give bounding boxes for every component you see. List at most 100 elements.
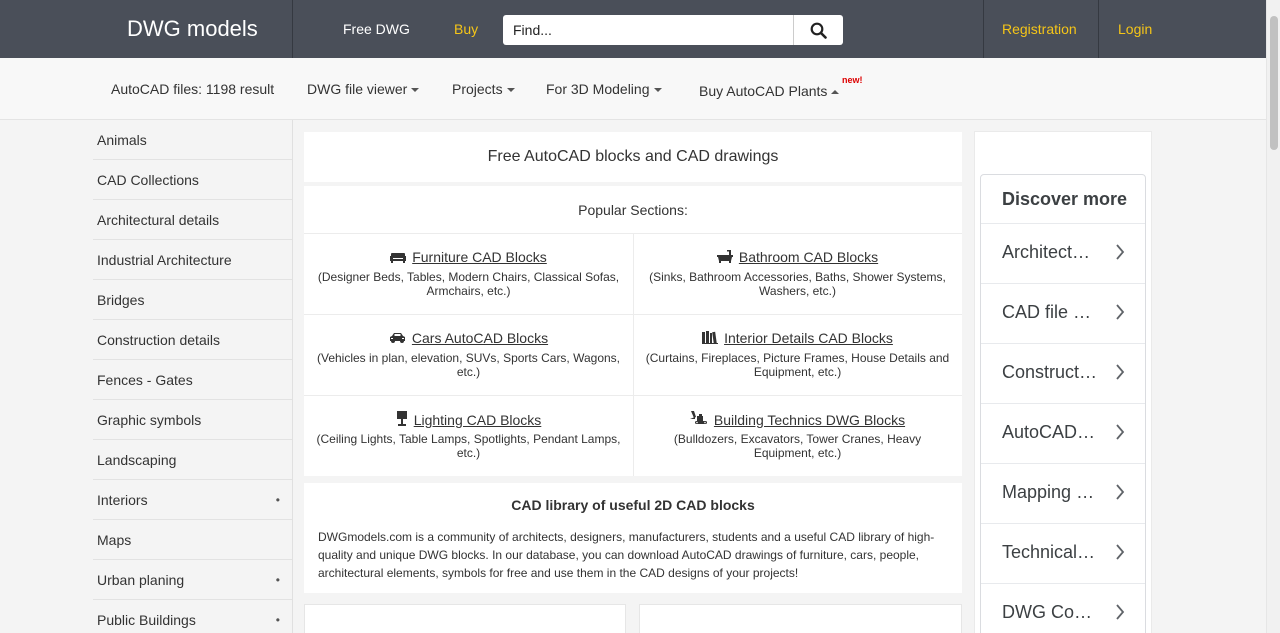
registration-link[interactable]: Registration <box>1002 21 1077 37</box>
discover-item[interactable]: Technical drawing <box>981 523 1145 583</box>
submenu-dot-icon: • <box>275 613 280 627</box>
divider <box>983 0 984 58</box>
search-button[interactable] <box>793 15 843 45</box>
discover-item[interactable]: DWG Converter <box>981 583 1145 633</box>
sidebar-item-label: Fences - Gates <box>97 372 193 388</box>
sidebar-item-label: Architectural details <box>97 212 220 228</box>
category-sidebar: Animals CAD Collections Architectural de… <box>93 120 292 633</box>
sidebar-item-label: Interiors <box>97 492 148 508</box>
login-link[interactable]: Login <box>1118 21 1152 37</box>
caret-down-icon <box>506 88 515 93</box>
projects-dropdown[interactable]: Projects <box>452 81 515 97</box>
sidebar-item-label: Maps <box>97 532 132 548</box>
scrollbar-thumb[interactable] <box>1270 16 1278 150</box>
dwg-viewer-dropdown[interactable]: DWG file viewer <box>307 81 420 97</box>
discover-item-label: DWG Converter <box>1002 602 1100 622</box>
section-description: (Designer Beds, Tables, Modern Chairs, C… <box>317 270 620 298</box>
3d-modeling-dropdown[interactable]: For 3D Modeling <box>546 81 662 97</box>
search-icon <box>810 22 827 39</box>
nav-buy[interactable]: Buy <box>454 21 478 37</box>
discover-item-label: AutoCAD software <box>1002 422 1100 442</box>
section-link[interactable]: Interior Details CAD Blocks <box>724 330 893 346</box>
caret-up-icon <box>831 90 840 95</box>
excavator-icon <box>689 411 707 424</box>
section-description: (Vehicles in plan, elevation, SUVs, Spor… <box>316 351 621 379</box>
new-badge: new! <box>842 75 863 85</box>
content-card <box>304 604 626 633</box>
divider <box>1098 0 1099 58</box>
section-description: (Ceiling Lights, Table Lamps, Spotlights… <box>316 432 621 460</box>
sidebar-item-graphic-symbols[interactable]: Graphic symbols <box>93 400 292 440</box>
section-link[interactable]: Bathroom CAD Blocks <box>739 249 878 265</box>
section-interior-details: Interior Details CAD Blocks (Curtains, F… <box>633 315 962 396</box>
sidebar-item-landscaping[interactable]: Landscaping <box>93 440 292 480</box>
popular-heading: Popular Sections: <box>578 202 688 218</box>
section-link[interactable]: Lighting CAD Blocks <box>414 412 542 428</box>
sidebar-item-architectural-details[interactable]: Architectural details <box>93 200 292 240</box>
sidebar-item-label: Animals <box>97 132 147 148</box>
sidebar-item-industrial-architecture[interactable]: Industrial Architecture <box>93 240 292 280</box>
sidebar-item-construction-details[interactable]: Construction details <box>93 320 292 360</box>
section-description: (Sinks, Bathroom Accessories, Baths, Sho… <box>649 270 946 298</box>
dropdown-label: For 3D Modeling <box>546 81 650 97</box>
chevron-right-icon <box>1116 304 1125 320</box>
section-description: (Curtains, Fireplaces, Picture Frames, H… <box>645 351 950 379</box>
sidebar-item-maps[interactable]: Maps <box>93 520 292 560</box>
caret-down-icon <box>653 88 662 93</box>
section-link[interactable]: Furniture CAD Blocks <box>412 249 547 265</box>
chevron-right-icon <box>1116 484 1125 500</box>
discover-more-widget: Discover more Architectural drawings CAD… <box>980 174 1146 633</box>
nav-free-dwg[interactable]: Free DWG <box>343 21 410 37</box>
sidebar-item-fences-gates[interactable]: Fences - Gates <box>93 360 292 400</box>
sidebar-item-urban-planing[interactable]: Urban planing • <box>93 560 292 600</box>
secondary-navbar: AutoCAD files: 1198 result DWG file view… <box>0 58 1266 120</box>
chevron-right-icon <box>1116 604 1125 620</box>
dropdown-label: DWG file viewer <box>307 81 408 97</box>
sidebar-divider <box>292 120 293 633</box>
sidebar-item-bridges[interactable]: Bridges <box>93 280 292 320</box>
discover-item[interactable]: CAD file converter <box>981 283 1145 343</box>
chevron-right-icon <box>1116 364 1125 380</box>
content-card <box>639 604 962 633</box>
sidebar-item-label: Urban planing <box>97 572 185 588</box>
sidebar-item-label: CAD Collections <box>97 172 199 188</box>
discover-item[interactable]: Mapping software <box>981 463 1145 523</box>
section-description: (Bulldozers, Excavators, Tower Cranes, H… <box>673 432 922 460</box>
caret-down-icon <box>411 88 420 93</box>
section-link[interactable]: Building Technics DWG Blocks <box>714 412 905 428</box>
section-lighting: Lighting CAD Blocks (Ceiling Lights, Tab… <box>304 396 633 477</box>
discover-item[interactable]: AutoCAD software <box>981 403 1145 463</box>
section-link[interactable]: Cars AutoCAD Blocks <box>412 330 548 346</box>
discover-item[interactable]: Architectural drawings <box>981 223 1145 283</box>
sidebar-item-public-buildings[interactable]: Public Buildings • <box>93 600 292 633</box>
sofa-icon <box>390 253 407 263</box>
sidebar-item-animals[interactable]: Animals <box>93 120 292 160</box>
discover-heading: Discover more <box>1002 189 1128 209</box>
dropdown-label: Buy AutoCAD Plants <box>699 83 828 99</box>
discover-item[interactable]: Construction drawings <box>981 343 1145 403</box>
discover-item-label: CAD file converter <box>1002 302 1100 322</box>
submenu-dot-icon: • <box>275 493 280 507</box>
sidebar-item-label: Bridges <box>97 292 145 308</box>
brand-logo[interactable]: DWG models <box>127 15 258 43</box>
page-title: Free AutoCAD blocks and CAD drawings <box>304 132 962 182</box>
chevron-right-icon <box>1116 424 1125 440</box>
top-navbar: DWG models Free DWG Buy Registration Log… <box>0 0 1266 58</box>
library-title: CAD library of useful 2D CAD blocks <box>511 497 755 513</box>
chevron-right-icon <box>1116 544 1125 560</box>
search-box <box>503 15 843 45</box>
divider <box>292 0 293 58</box>
sidebar-item-cad-collections[interactable]: CAD Collections <box>93 160 292 200</box>
car-icon <box>389 333 405 343</box>
result-count: AutoCAD files: 1198 result <box>111 81 275 97</box>
buy-plants-dropdown[interactable]: Buy AutoCAD Plants new! <box>699 75 863 99</box>
section-cars: Cars AutoCAD Blocks (Vehicles in plan, e… <box>304 315 633 396</box>
discover-item-label: Mapping software <box>1002 482 1100 502</box>
page-scrollbar[interactable] <box>1266 0 1280 633</box>
sidebar-item-label: Industrial Architecture <box>97 252 232 268</box>
sidebar-item-interiors[interactable]: Interiors • <box>93 480 292 520</box>
search-input[interactable] <box>503 15 793 45</box>
sidebar-item-label: Graphic symbols <box>97 412 202 428</box>
lamp-icon <box>396 411 407 426</box>
chevron-right-icon <box>1116 244 1125 260</box>
